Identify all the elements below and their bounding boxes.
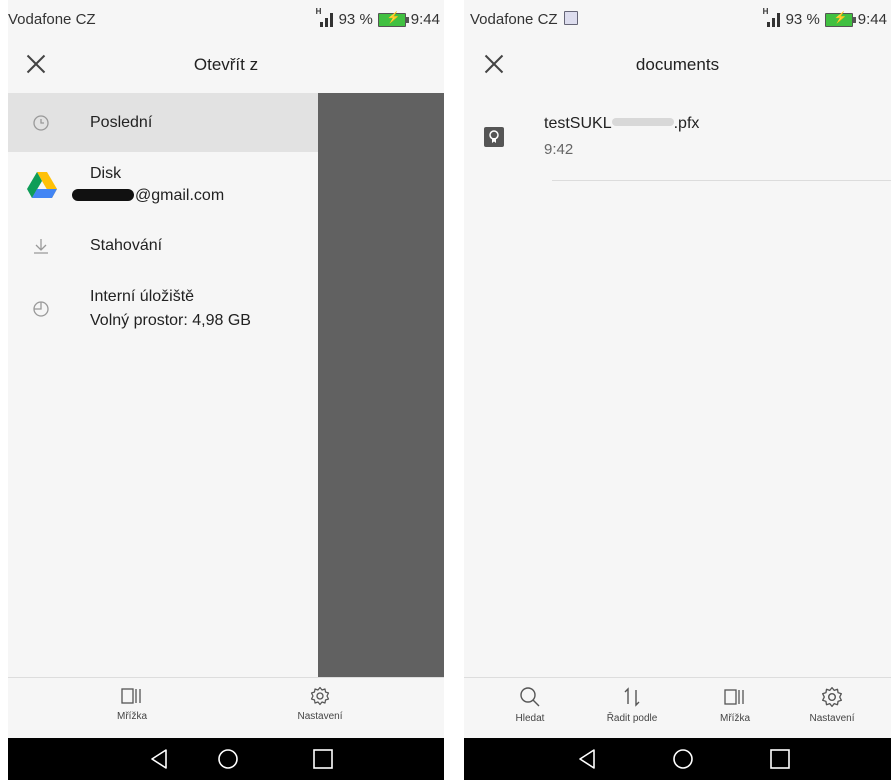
app-bar: Otevřít z	[8, 38, 444, 93]
redacted-email	[72, 189, 134, 201]
right-screen: Vodafone CZ H 93 % ⚡ 9:44 documents test…	[464, 0, 891, 780]
battery-icon: ⚡	[824, 12, 856, 27]
home-icon[interactable]	[672, 748, 694, 770]
grid-label: Mřížka	[720, 713, 750, 724]
settings-label: Nastavení	[297, 711, 343, 722]
free-space-label: Volný prostor: 4,98 GB	[90, 312, 251, 329]
drawer-item-drive[interactable]: Disk @gmail.com	[8, 152, 318, 218]
battery-percent: 93 %	[338, 11, 373, 28]
clock-icon	[33, 114, 49, 131]
drawer-item-downloads[interactable]: Stahování	[8, 218, 318, 274]
bottom-toolbar: Mřížka Nastavení	[8, 677, 444, 739]
carrier-label: Vodafone CZ	[470, 11, 558, 28]
carrier-label: Vodafone CZ	[8, 11, 96, 28]
gear-icon	[310, 686, 330, 706]
list-divider	[552, 180, 891, 181]
grid-icon	[121, 688, 141, 704]
sort-icon	[624, 687, 640, 707]
navigation-drawer: Poslední Disk @gmail.com Stahování Inter…	[8, 93, 318, 677]
file-name-end: .pfx	[673, 115, 700, 132]
drawer-scrim[interactable]	[318, 93, 444, 677]
page-title: Otevřít z	[193, 55, 259, 74]
signal-icon: H	[316, 7, 334, 27]
back-icon[interactable]	[576, 748, 598, 770]
status-bar: Vodafone CZ H 93 % ⚡ 9:44	[8, 0, 444, 38]
storage-icon	[33, 301, 49, 317]
settings-label: Nastavení	[809, 713, 855, 724]
grid-button[interactable]: Mřížka	[82, 686, 182, 722]
home-icon[interactable]	[217, 748, 239, 770]
back-icon[interactable]	[148, 748, 170, 770]
file-time: 9:42	[544, 141, 574, 158]
drawer-item-recent[interactable]: Poslední	[8, 93, 318, 152]
page-title: documents	[635, 55, 720, 74]
settings-button[interactable]: Nastavení	[782, 686, 882, 724]
search-label: Hledat	[515, 713, 545, 724]
system-nav-bar	[8, 738, 444, 780]
recents-icon[interactable]	[312, 748, 334, 770]
drawer-item-label: Stahování	[90, 237, 163, 254]
drawer-item-internal-storage[interactable]: Interní úložiště Volný prostor: 4,98 GB	[8, 274, 318, 344]
drawer-item-label: Poslední	[90, 113, 153, 131]
battery-icon: ⚡	[377, 12, 409, 27]
left-screen: Vodafone CZ H 93 % ⚡ 9:44 Otevřít z Posl…	[8, 0, 444, 780]
recents-icon[interactable]	[769, 748, 791, 770]
system-nav-bar	[464, 738, 891, 780]
clock-time: 9:44	[410, 11, 440, 28]
drawer-item-label: Disk	[90, 165, 122, 182]
sort-label: Řadit podle	[606, 713, 658, 724]
sort-button[interactable]: Řadit podle	[582, 686, 682, 724]
file-name-start: testSUKL	[544, 115, 612, 132]
file-list-item[interactable]: testSUKL .pfx 9:42	[464, 93, 891, 181]
gear-icon	[821, 686, 843, 708]
grid-button[interactable]: Mřížka	[685, 686, 785, 724]
redacted-filename	[611, 118, 674, 126]
search-button[interactable]: Hledat	[480, 686, 580, 724]
download-icon	[34, 239, 48, 254]
app-bar: documents	[464, 38, 891, 93]
drawer-item-label: Interní úložiště	[90, 288, 195, 305]
account-email: @gmail.com	[135, 187, 225, 204]
clock-time: 9:44	[857, 11, 887, 28]
bottom-toolbar: Hledat Řadit podle Mřížka Nastavení	[464, 677, 891, 739]
status-bar: Vodafone CZ H 93 % ⚡ 9:44	[464, 0, 891, 38]
battery-percent: 93 %	[785, 11, 820, 28]
settings-button[interactable]: Nastavení	[270, 686, 370, 722]
sim-notification-icon	[563, 11, 578, 25]
search-icon	[520, 687, 540, 707]
grid-label: Mřížka	[117, 711, 147, 722]
file-certificate-icon	[484, 127, 504, 147]
drive-icon	[27, 172, 57, 198]
grid-icon	[724, 689, 744, 705]
signal-icon: H	[763, 7, 781, 27]
